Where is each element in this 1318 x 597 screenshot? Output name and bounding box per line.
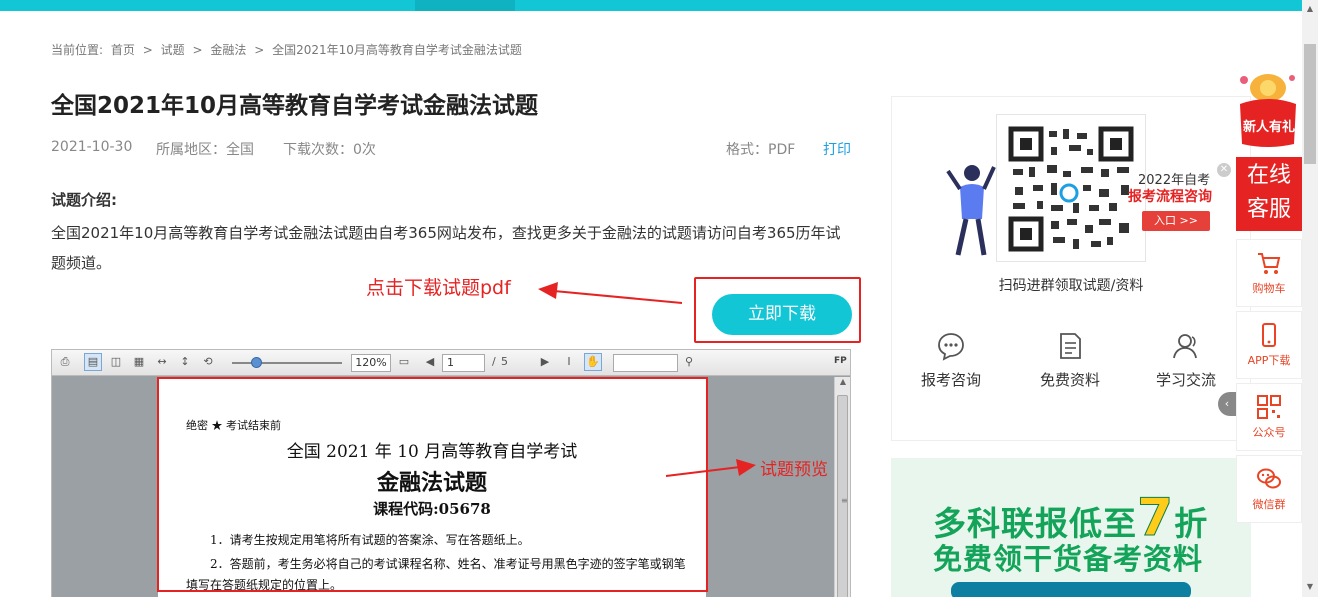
breadcrumb-item-exams[interactable]: 试题 bbox=[161, 43, 185, 57]
service-consult[interactable]: 报考咨询 bbox=[906, 331, 996, 390]
pdf-toolbar: ⎙ ▤ ◫ ▦ ↔ ↕ ⟲ 120% ▭ ◀ 1 / 5 ▶ I ✋ ⚲ FP bbox=[52, 350, 850, 376]
service-materials[interactable]: 免费资料 bbox=[1025, 331, 1115, 390]
two-page-icon[interactable]: ◫ bbox=[107, 353, 125, 371]
thumbnail-grid-icon[interactable]: ▦ bbox=[130, 353, 148, 371]
qr-code bbox=[996, 114, 1146, 262]
mobile-phone-icon bbox=[1262, 323, 1276, 347]
zoom-input[interactable]: 120% bbox=[351, 354, 391, 372]
banner-line2: 免费领干货备考资料 bbox=[933, 542, 1204, 576]
qr-code-icon bbox=[1008, 126, 1134, 252]
file-format: 格式：PDF bbox=[726, 142, 796, 158]
annotation-download: 点击下载试题pdf bbox=[366, 277, 511, 299]
sidebar-item-app[interactable]: APP下载 bbox=[1236, 311, 1302, 379]
page-separator: / bbox=[492, 355, 496, 368]
breadcrumb-sep: > bbox=[142, 43, 153, 57]
top-nav-bar bbox=[0, 0, 1318, 11]
sidebar-item-wechat[interactable]: 微信群 bbox=[1236, 455, 1302, 523]
promo-entry-button[interactable]: 入口 >> bbox=[1142, 211, 1210, 231]
annotation-arrow-left-icon bbox=[538, 282, 683, 304]
online-label-2: 客服 bbox=[1246, 197, 1291, 222]
zoom-slider-knob[interactable] bbox=[251, 357, 262, 368]
promo-title: 报考流程咨询 bbox=[1128, 189, 1212, 205]
fullscreen-icon[interactable]: ▭ bbox=[395, 353, 413, 371]
page-scrollbar[interactable]: ▲ ▼ bbox=[1302, 0, 1318, 597]
region: 所属地区：全国 bbox=[156, 142, 254, 158]
qr-caption: 扫码进群领取试题/资料 bbox=[998, 278, 1144, 294]
download-button[interactable]: 立即下载 bbox=[712, 294, 852, 335]
qr-grid-icon bbox=[1257, 395, 1281, 419]
single-page-icon[interactable]: ▤ bbox=[84, 353, 102, 371]
user-icon bbox=[1173, 334, 1197, 359]
hand-tool-icon[interactable]: ✋ bbox=[584, 353, 602, 371]
zoom-slider-track[interactable] bbox=[232, 362, 342, 364]
chat-bubble-icon bbox=[938, 333, 964, 361]
page-total: 5 bbox=[501, 355, 508, 368]
scroll-up-icon[interactable]: ▲ bbox=[835, 377, 851, 391]
service-materials-label: 免费资料 bbox=[1039, 371, 1100, 389]
wechat-icon bbox=[1257, 468, 1281, 489]
sidebar-wechat-label: 微信群 bbox=[1252, 498, 1286, 511]
annotation-preview: 试题预览 bbox=[760, 460, 828, 480]
search-icon[interactable]: ⚲ bbox=[680, 353, 698, 371]
preview-highlight-box bbox=[157, 377, 708, 592]
sidebar-item-official[interactable]: 公众号 bbox=[1236, 383, 1302, 451]
breadcrumb-prefix: 当前位置: bbox=[51, 43, 104, 57]
service-consult-label: 报考咨询 bbox=[920, 371, 981, 389]
download-count: 下载次数：0次 bbox=[283, 142, 376, 158]
sidebar-official-label: 公众号 bbox=[1252, 426, 1286, 439]
service-study[interactable]: 学习交流 bbox=[1141, 331, 1231, 390]
search-input[interactable] bbox=[613, 354, 678, 372]
breadcrumb-sep: > bbox=[254, 43, 265, 57]
print-icon[interactable]: ⎙ bbox=[56, 353, 74, 371]
annotation-arrow-right-icon bbox=[665, 459, 756, 477]
sidebar-app-label: APP下载 bbox=[1247, 354, 1291, 367]
top-nav-active-tab[interactable] bbox=[415, 0, 515, 11]
document-icon bbox=[1060, 333, 1081, 359]
page-scroll-down-icon[interactable]: ▼ bbox=[1302, 582, 1318, 591]
publish-date: 2021-10-30 bbox=[51, 139, 133, 155]
shopping-cart-icon bbox=[1258, 253, 1281, 274]
gift-label[interactable]: 新人有礼 bbox=[1236, 116, 1302, 135]
intro-text: 全国2021年10月高等教育自学考试金融法试题由自考365网站发布，查找更多关于… bbox=[51, 224, 841, 272]
person-illustration-icon bbox=[946, 165, 996, 256]
close-icon[interactable]: ✕ bbox=[1217, 163, 1231, 177]
sidebar-item-cart[interactable]: 购物车 bbox=[1236, 239, 1302, 307]
promo-banner[interactable]: 多科联报低至7折 免费领干货备考资料 bbox=[891, 458, 1251, 597]
prev-page-icon[interactable]: ◀ bbox=[421, 353, 439, 371]
page-title: 全国2021年10月高等教育自学考试金融法试题 bbox=[51, 93, 539, 119]
next-page-icon[interactable]: ▶ bbox=[536, 353, 554, 371]
service-study-label: 学习交流 bbox=[1155, 371, 1216, 389]
pdf-scrollbar[interactable]: ▲ ≡ bbox=[834, 377, 850, 597]
pdf-scroll-thumb[interactable]: ≡ bbox=[837, 395, 848, 597]
breadcrumb: 当前位置: 首页 > 试题 > 金融法 > 全国2021年10月高等教育自学考试… bbox=[51, 41, 526, 58]
fit-width-icon[interactable]: ↔ bbox=[153, 353, 171, 371]
banner-strip bbox=[951, 582, 1191, 597]
fit-height-icon[interactable]: ↕ bbox=[176, 353, 194, 371]
online-label-1: 在线 bbox=[1246, 163, 1291, 188]
sidebar-collapse-icon[interactable]: ‹ bbox=[1218, 392, 1236, 416]
sidebar-cart-label: 购物车 bbox=[1252, 282, 1286, 295]
breadcrumb-item-home[interactable]: 首页 bbox=[111, 43, 135, 57]
page-scroll-thumb[interactable] bbox=[1304, 44, 1316, 164]
rotate-icon[interactable]: ⟲ bbox=[199, 353, 217, 371]
page-scroll-up-icon[interactable]: ▲ bbox=[1302, 4, 1318, 13]
text-select-icon[interactable]: I bbox=[560, 353, 578, 371]
fp-logo: FP bbox=[834, 356, 847, 366]
online-service-button[interactable]: 在线 客服 bbox=[1236, 157, 1302, 231]
breadcrumb-sep: > bbox=[192, 43, 203, 57]
breadcrumb-item-current[interactable]: 全国2021年10月高等教育自学考试金融法试题 bbox=[272, 43, 522, 57]
breadcrumb-item-subject[interactable]: 金融法 bbox=[210, 43, 246, 57]
intro-label: 试题介绍: bbox=[51, 191, 117, 209]
gift-bag-icon[interactable] bbox=[1234, 68, 1302, 148]
page-number-input[interactable]: 1 bbox=[442, 354, 485, 372]
qr-panel: 2022年自考 报考流程咨询 入口 >> ✕ 扫码进群领取试题/资料 报考咨询 … bbox=[891, 96, 1251, 441]
print-link[interactable]: 打印 bbox=[823, 139, 851, 159]
